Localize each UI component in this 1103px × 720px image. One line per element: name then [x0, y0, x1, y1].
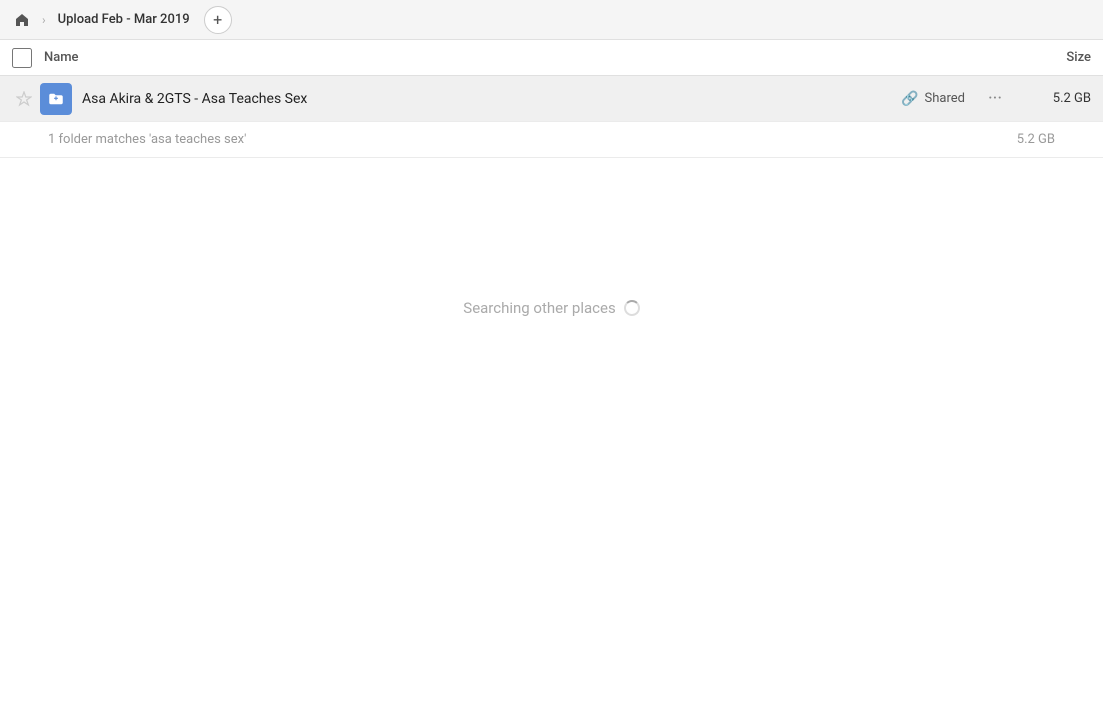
more-icon: ··· — [988, 88, 1002, 109]
column-header: Name Size — [0, 40, 1103, 76]
add-button[interactable]: + — [204, 6, 232, 34]
size-column-header: Size — [1011, 50, 1091, 65]
searching-area: Searching other places — [0, 158, 1103, 458]
match-size: 5.2 GB — [985, 132, 1055, 147]
breadcrumb-label: Upload Feb - Mar 2019 — [52, 10, 196, 29]
shared-area: 🔗 Shared — [901, 91, 965, 107]
file-name: Asa Akira & 2GTS - Asa Teaches Sex — [82, 91, 901, 107]
link-icon: 🔗 — [901, 91, 918, 107]
breadcrumb-arrow: › — [42, 13, 46, 27]
select-all-checkbox[interactable] — [12, 48, 32, 68]
match-text: 1 folder matches 'asa teaches sex' — [48, 132, 985, 147]
file-size: 5.2 GB — [1021, 91, 1091, 106]
name-column-header: Name — [44, 50, 1011, 65]
file-row[interactable]: Asa Akira & 2GTS - Asa Teaches Sex 🔗 Sha… — [0, 76, 1103, 122]
star-button[interactable] — [12, 87, 36, 111]
match-info-row: 1 folder matches 'asa teaches sex' 5.2 G… — [0, 122, 1103, 158]
add-icon: + — [213, 10, 222, 29]
shared-label: Shared — [925, 91, 965, 106]
home-button[interactable] — [8, 6, 36, 34]
loading-spinner — [624, 300, 640, 316]
more-options-button[interactable]: ··· — [981, 85, 1009, 113]
folder-icon — [40, 83, 72, 115]
searching-text: Searching other places — [463, 299, 615, 317]
top-bar: › Upload Feb - Mar 2019 + — [0, 0, 1103, 40]
